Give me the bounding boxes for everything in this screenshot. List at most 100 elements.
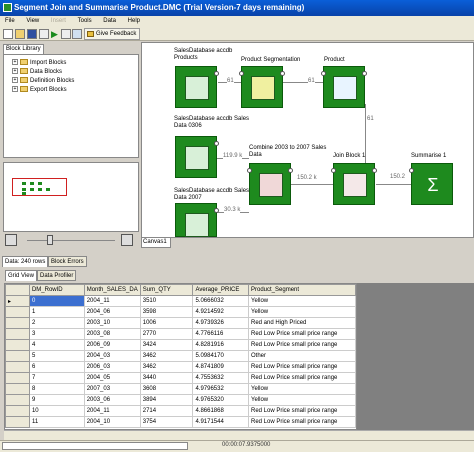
table-cell[interactable]: 3462	[139, 350, 194, 362]
table-cell[interactable]: Red Low Price small price range	[248, 339, 356, 351]
menu-view[interactable]: View	[21, 16, 44, 27]
table-cell[interactable]: Yellow	[248, 295, 356, 307]
table-cell[interactable]: 3608	[139, 383, 194, 395]
table-cell[interactable]: 2004_03	[83, 350, 141, 362]
table-cell[interactable]: 3	[28, 328, 85, 340]
table-cell[interactable]: 7	[28, 372, 85, 384]
tab-grid-view[interactable]: Grid View	[5, 270, 37, 281]
table-cell[interactable]: 3462	[139, 361, 194, 373]
table-cell[interactable]: Red Low Price small price range	[248, 372, 356, 384]
tab-canvas1[interactable]: Canvas1	[141, 238, 171, 248]
table-cell[interactable]: 6	[28, 361, 85, 373]
node-sales-2007[interactable]	[175, 203, 219, 237]
save-icon[interactable]	[27, 29, 37, 39]
overview-viewport[interactable]	[12, 178, 67, 196]
row-header[interactable]	[5, 306, 30, 318]
row-header[interactable]	[5, 416, 30, 428]
menu-tools[interactable]: Tools	[73, 16, 97, 27]
table-row[interactable]: 3 2003_08 2770 4.7766116 Red Low Price small…	[5, 328, 356, 340]
print-icon[interactable]	[39, 29, 49, 39]
table-cell[interactable]: 2	[28, 317, 85, 329]
table-cell[interactable]: 1	[28, 306, 85, 318]
expand-icon[interactable]: +	[12, 59, 18, 66]
table-cell[interactable]: Other	[248, 350, 356, 362]
row-header[interactable]	[5, 383, 30, 395]
workflow-canvas[interactable]: 61 61 61 119.9 k 150.2 k 150.2 30.3 k Sa…	[141, 42, 474, 238]
table-cell[interactable]: 2004_06	[83, 306, 141, 318]
row-header[interactable]	[5, 328, 30, 340]
run-icon[interactable]: ▶	[51, 29, 61, 39]
table-cell[interactable]: 2006_09	[83, 339, 141, 351]
tree-item-data-blocks[interactable]: + Data Blocks	[12, 68, 62, 76]
input-port[interactable]	[409, 168, 414, 173]
table-cell[interactable]: 2770	[139, 328, 194, 340]
tab-block-library[interactable]: Block Library	[3, 44, 44, 54]
table-row[interactable]: 11 2004_10 3754 4.9171544 Red Low Price smal…	[5, 416, 356, 428]
column-header[interactable]: Month_SALES_DA	[83, 284, 141, 296]
table-cell[interactable]: Red Low Price small price range	[248, 361, 356, 373]
output-port[interactable]	[362, 71, 367, 76]
table-row[interactable]: 1 2004_06 3598 4.9214592 Yellow	[5, 306, 356, 318]
table-cell[interactable]: 4.9214592	[192, 306, 249, 318]
table-cell[interactable]: 4.9765320	[192, 394, 249, 406]
node-join-block[interactable]	[331, 163, 377, 205]
expand-icon[interactable]: +	[12, 68, 18, 75]
output-port[interactable]	[280, 71, 285, 76]
table-cell[interactable]: 2006_03	[83, 361, 141, 373]
give-feedback-button[interactable]: Give Feedback	[84, 28, 141, 40]
table-row[interactable]: 5 2004_03 3462 5.0984170 Other	[5, 350, 356, 362]
table-cell[interactable]: 3754	[139, 416, 194, 428]
table-cell[interactable]: Red and High Priced	[248, 317, 356, 329]
output-port[interactable]	[214, 208, 219, 213]
node-combine-sales[interactable]	[247, 163, 293, 205]
table-cell[interactable]: Yellow	[248, 383, 356, 395]
table-cell[interactable]: 4.7766116	[192, 328, 249, 340]
table-cell[interactable]: Yellow	[248, 306, 356, 318]
row-header[interactable]	[5, 361, 30, 373]
table-cell[interactable]: 2003_10	[83, 317, 141, 329]
column-header[interactable]: DM_RowID	[28, 284, 85, 296]
table-row[interactable]: ▸ 0 2004_11 3510 5.0666032 Yellow	[5, 295, 356, 307]
output-port[interactable]	[214, 141, 219, 146]
menu-insert[interactable]: Insert	[46, 16, 71, 27]
table-cell[interactable]: 4	[28, 339, 85, 351]
table-cell[interactable]: 2007_03	[83, 383, 141, 395]
input-port[interactable]	[239, 71, 244, 76]
table-cell[interactable]: 10	[28, 405, 85, 417]
table-cell[interactable]: 8	[28, 383, 85, 395]
table-cell[interactable]: 4.9796532	[192, 383, 249, 395]
table-cell[interactable]: 4.7553632	[192, 372, 249, 384]
table-cell[interactable]: 0	[28, 295, 85, 307]
node-product[interactable]	[321, 66, 367, 108]
table-row[interactable]: 7 2004_05 3440 4.7553632 Red Low Price small…	[5, 372, 356, 384]
settings-icon[interactable]	[72, 29, 82, 39]
table-cell[interactable]: 2004_11	[83, 405, 141, 417]
input-port[interactable]	[247, 168, 252, 173]
table-cell[interactable]: 4.9739326	[192, 317, 249, 329]
tab-block-errors[interactable]: Block Errors	[48, 256, 87, 267]
node-product-segmentation[interactable]	[239, 66, 285, 108]
column-header[interactable]: Sum_QTY	[139, 284, 194, 296]
table-row[interactable]: 10 2004_11 2714 4.8661868 Red Low Price smal…	[5, 405, 356, 417]
table-cell[interactable]: Red Low Price small price range	[248, 416, 356, 428]
node-sales-0306[interactable]	[175, 136, 219, 178]
output-port[interactable]	[288, 168, 293, 173]
input-port[interactable]	[331, 168, 336, 173]
table-cell[interactable]: 2714	[139, 405, 194, 417]
menu-file[interactable]: File	[0, 16, 20, 27]
table-cell[interactable]: 2004_10	[83, 416, 141, 428]
new-icon[interactable]	[3, 29, 13, 39]
table-cell[interactable]: 5	[28, 350, 85, 362]
table-cell[interactable]: 3598	[139, 306, 194, 318]
menu-help[interactable]: Help	[123, 16, 145, 27]
horizontal-scrollbar[interactable]	[4, 430, 474, 440]
row-header[interactable]	[5, 317, 30, 329]
data-grid[interactable]: DM_RowID Month_SALES_DA Sum_QTY Average_…	[4, 283, 357, 430]
row-header[interactable]	[5, 350, 30, 362]
expand-icon[interactable]: +	[12, 77, 18, 84]
table-row[interactable]: 6 2006_03 3462 4.8741809 Red Low Price small…	[5, 361, 356, 373]
row-header[interactable]: ▸	[5, 295, 30, 307]
column-header[interactable]: Product_Segment	[248, 284, 356, 296]
table-cell[interactable]: 2004_11	[83, 295, 141, 307]
row-header[interactable]	[5, 372, 30, 384]
